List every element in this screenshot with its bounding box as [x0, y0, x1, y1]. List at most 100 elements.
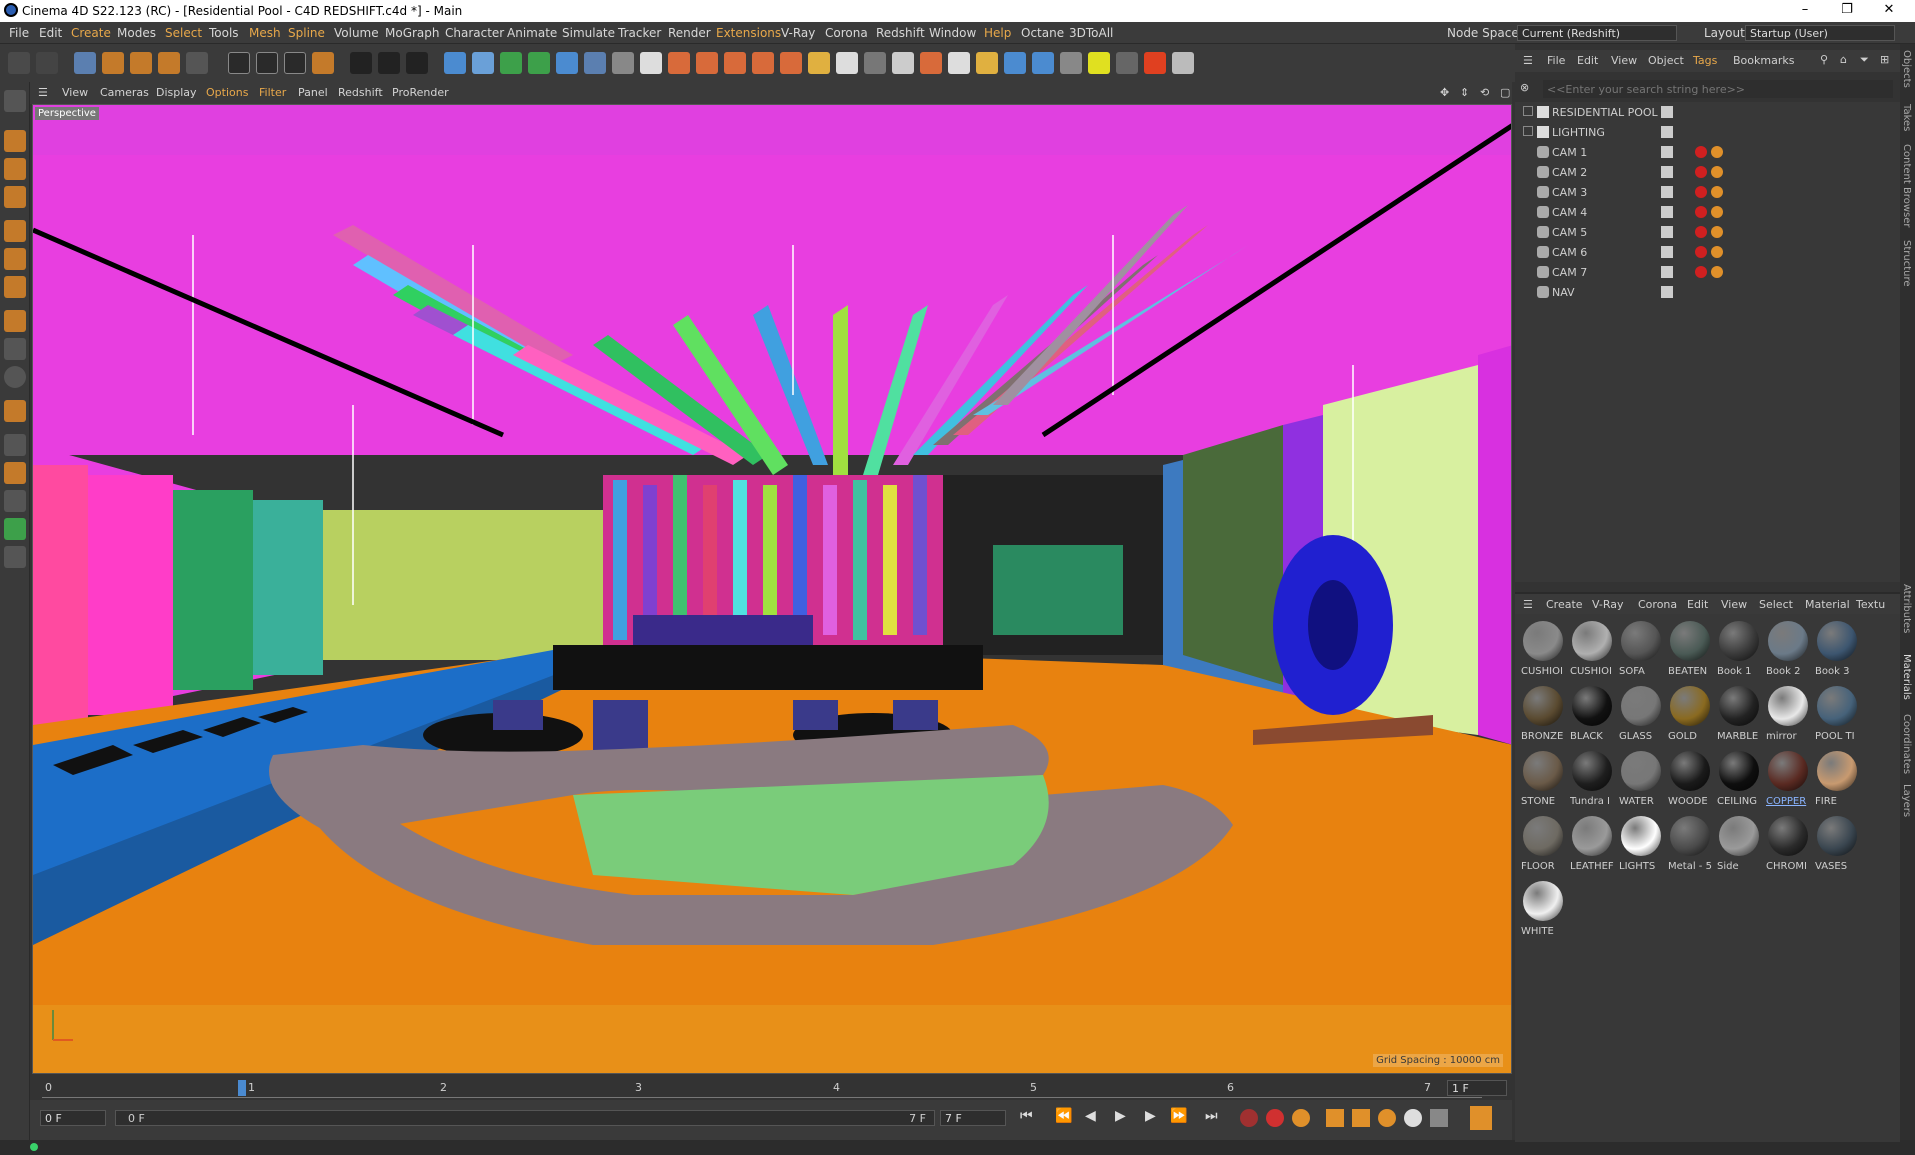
octane-settings-icon[interactable] [1144, 52, 1166, 74]
points-mode-icon[interactable] [4, 220, 26, 242]
visibility-toggle-icon[interactable] [1661, 106, 1673, 118]
subdivision-icon[interactable] [500, 52, 522, 74]
viewport-maximize-icon[interactable]: ▢ [1500, 86, 1510, 99]
close-button[interactable]: ✕ [1874, 2, 1904, 20]
visibility-toggle-icon[interactable] [1661, 166, 1673, 178]
key-scale-icon[interactable] [1352, 1109, 1370, 1127]
snap-icon[interactable] [4, 400, 26, 422]
grid-icon[interactable] [4, 490, 26, 512]
object-row-cam-2[interactable]: CAM 2 [1515, 162, 1900, 182]
previous-key-icon[interactable]: ⏪ [1055, 1108, 1072, 1124]
materials-menu-corona[interactable]: Corona [1638, 598, 1677, 611]
materials-menu-material[interactable]: Material [1805, 598, 1850, 611]
side-tab-objects[interactable]: Objects [1901, 50, 1912, 88]
viewport-menu-options[interactable]: Options [206, 86, 248, 99]
node-space-dropdown[interactable]: Current (Redshift) [1517, 25, 1677, 41]
menu-redshift[interactable]: Redshift [876, 26, 925, 40]
visibility-toggle-icon[interactable] [1661, 146, 1673, 158]
render-region-icon[interactable] [836, 52, 858, 74]
previous-frame-icon[interactable]: ◀ [1085, 1108, 1096, 1124]
material-swatch[interactable]: GOLD [1667, 683, 1713, 745]
redshift-camera-tag-icon[interactable] [1695, 166, 1707, 178]
next-frame-icon[interactable]: ▶ [1145, 1108, 1156, 1124]
redo-icon[interactable] [36, 52, 58, 74]
materials-menu-view[interactable]: View [1721, 598, 1747, 611]
menu-tools[interactable]: Tools [209, 26, 239, 40]
materials-menu-texture[interactable]: Textu [1856, 598, 1885, 611]
current-frame-field[interactable]: 1 F [1447, 1080, 1507, 1096]
objects-menu-tags[interactable]: Tags [1693, 54, 1717, 67]
visibility-toggle-icon[interactable] [1661, 286, 1673, 298]
visibility-toggle-icon[interactable] [1661, 246, 1673, 258]
menu-octane[interactable]: Octane [1021, 26, 1064, 40]
material-swatch[interactable]: Book 1 [1716, 618, 1762, 680]
corona-light-icon[interactable] [1032, 52, 1054, 74]
material-swatch[interactable]: Side [1716, 813, 1762, 875]
polygons-mode-icon[interactable] [4, 276, 26, 298]
key-parameter-icon[interactable] [1404, 1109, 1422, 1127]
material-swatch[interactable]: Tundra I [1569, 748, 1615, 810]
visibility-toggle-icon[interactable] [1661, 126, 1673, 138]
materials-menu-create[interactable]: Create [1546, 598, 1583, 611]
viewport-menu-display[interactable]: Display [156, 86, 197, 99]
ipr-icon[interactable] [864, 52, 886, 74]
coordinate-system-icon[interactable] [312, 52, 334, 74]
light-icon[interactable] [640, 52, 662, 74]
visibility-toggle-icon[interactable] [1661, 226, 1673, 238]
move-tool-icon[interactable] [102, 52, 124, 74]
material-swatch[interactable]: MARBLE [1716, 683, 1762, 745]
materials-menu-select[interactable]: Select [1759, 598, 1793, 611]
scale-tool-icon[interactable] [130, 52, 152, 74]
select-tool-icon[interactable] [74, 52, 96, 74]
material-swatch[interactable]: CEILING [1716, 748, 1762, 810]
texture-mode-icon[interactable] [4, 158, 26, 180]
download-icon[interactable] [1172, 52, 1194, 74]
visibility-toggle-icon[interactable] [1661, 206, 1673, 218]
start-frame-field[interactable]: 0 F [40, 1110, 106, 1126]
tweak-mode-icon[interactable] [4, 338, 26, 360]
timeline-window-icon[interactable] [1470, 1106, 1492, 1130]
perspective-viewport[interactable]: Perspective Grid Spacing : 10000 cm [32, 104, 1512, 1074]
material-swatch[interactable]: Book 3 [1814, 618, 1860, 680]
objects-menu-bookmarks[interactable]: Bookmarks [1733, 54, 1794, 67]
material-swatch[interactable]: COPPER [1765, 748, 1811, 810]
playhead[interactable] [238, 1080, 246, 1096]
home-icon[interactable]: ⌂ [1840, 53, 1847, 66]
side-tab-attributes[interactable]: Attributes [1901, 584, 1912, 633]
objects-menu-edit[interactable]: Edit [1577, 54, 1598, 67]
new-view-icon[interactable]: ⊞ [1880, 53, 1889, 66]
viewport-menu-view[interactable]: View [62, 86, 88, 99]
menu-render[interactable]: Render [668, 26, 711, 40]
menu-mograph[interactable]: MoGraph [385, 26, 440, 40]
menu-spline[interactable]: Spline [288, 26, 325, 40]
protection-tag-icon[interactable] [1711, 186, 1723, 198]
go-to-start-icon[interactable]: ⏮ [1020, 1108, 1033, 1124]
redshift-sun-icon[interactable] [752, 52, 774, 74]
visibility-toggle-icon[interactable] [1661, 186, 1673, 198]
minimize-button[interactable]: – [1790, 2, 1820, 20]
object-row-cam-6[interactable]: CAM 6 [1515, 242, 1900, 262]
material-swatch[interactable]: CUSHIOI [1569, 618, 1615, 680]
objects-menu-file[interactable]: File [1547, 54, 1565, 67]
material-swatch[interactable]: CUSHIOI [1520, 618, 1566, 680]
materials-menu-icon[interactable]: ☰ [1523, 598, 1533, 611]
key-pla-icon[interactable] [1430, 1109, 1448, 1127]
protection-tag-icon[interactable] [1711, 166, 1723, 178]
protection-tag-icon[interactable] [1711, 146, 1723, 158]
clear-search-icon[interactable]: ⊗ [1520, 81, 1529, 94]
floor-icon[interactable] [584, 52, 606, 74]
settings-gear-icon[interactable] [1060, 52, 1082, 74]
redshift-camera-tag-icon[interactable] [1695, 206, 1707, 218]
object-row-cam-5[interactable]: CAM 5 [1515, 222, 1900, 242]
side-tab-content-browser[interactable]: Content Browser [1901, 144, 1912, 227]
redshift-render-icon[interactable] [920, 52, 942, 74]
solo-icon[interactable] [4, 366, 26, 388]
side-tab-coordinates[interactable]: Coordinates [1901, 714, 1912, 774]
materials-menu-vray[interactable]: V-Ray [1592, 598, 1624, 611]
go-to-end-icon[interactable]: ⏭ [1205, 1108, 1218, 1124]
redshift-camera-tag-icon[interactable] [1695, 266, 1707, 278]
material-swatch[interactable]: mirror [1765, 683, 1811, 745]
object-row-residential-pool[interactable]: RESIDENTIAL POOL [1515, 102, 1900, 122]
search-icon[interactable]: ⚲ [1820, 53, 1828, 66]
menu-window[interactable]: Window [929, 26, 976, 40]
